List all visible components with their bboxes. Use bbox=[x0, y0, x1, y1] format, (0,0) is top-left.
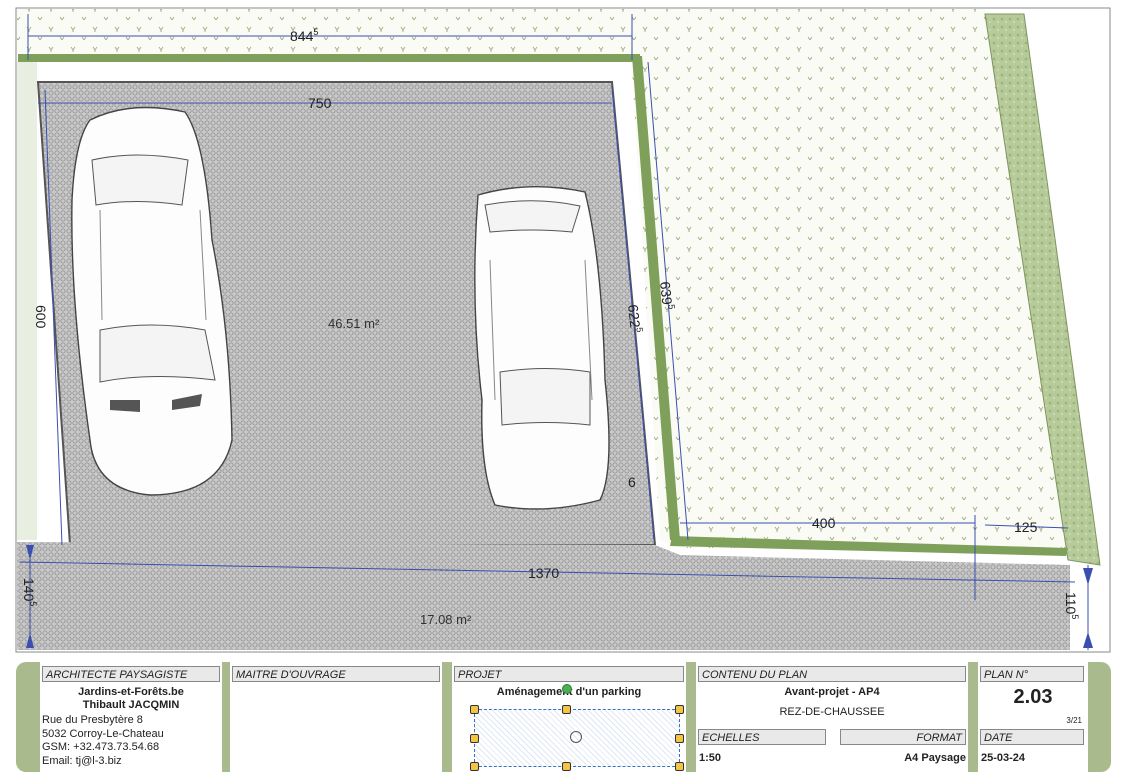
resize-handle-br[interactable] bbox=[675, 762, 684, 771]
rotate-handle[interactable] bbox=[562, 684, 572, 694]
top-hedge bbox=[18, 54, 640, 62]
site-plan-svg: 8445 750 600 6225 6395 6 400 125 1370 14… bbox=[15, 7, 1111, 653]
content-header: CONTENU DU PLAN bbox=[698, 666, 966, 682]
owner-panel: MAITRE D'OUVRAGE bbox=[230, 662, 442, 772]
format-value: A4 Paysage bbox=[904, 752, 966, 764]
format-header: FORMAT bbox=[840, 729, 966, 745]
plan-number-panel: PLAN N° 2.03 3/21 DATE 25-03-24 bbox=[978, 662, 1088, 772]
area-strip-label: 17.08 m² bbox=[420, 612, 472, 627]
content-title: Avant-projet - AP4 bbox=[784, 686, 880, 698]
dim-small-offset: 6 bbox=[628, 474, 636, 490]
architect-panel: ARCHITECTE PAYSAGISTE Jardins-et-Forêts.… bbox=[40, 662, 222, 772]
project-panel: PROJET Aménagement d'un parking bbox=[452, 662, 686, 772]
date-header: DATE bbox=[980, 729, 1084, 745]
resize-handle-r[interactable] bbox=[675, 734, 684, 743]
content-panel: CONTENU DU PLAN Avant-projet - AP4 REZ-D… bbox=[696, 662, 968, 772]
architect-email: Email: tj@l-3.biz bbox=[42, 755, 122, 767]
top-lawn-strip bbox=[17, 9, 635, 55]
resize-handle-bl[interactable] bbox=[470, 762, 479, 771]
architect-address1: Rue du Presbytère 8 bbox=[42, 714, 143, 726]
owner-header: MAITRE D'OUVRAGE bbox=[232, 666, 440, 682]
left-strip bbox=[17, 62, 37, 540]
plan-page-count: 3/21 bbox=[1066, 716, 1082, 725]
architect-name: Thibault JACQMIN bbox=[82, 699, 180, 711]
scale-value: 1:50 bbox=[699, 752, 722, 764]
area-parking-label: 46.51 m² bbox=[328, 316, 380, 331]
center-target-icon bbox=[570, 731, 582, 743]
project-header: PROJET bbox=[454, 666, 684, 682]
date-value: 25-03-24 bbox=[981, 752, 1026, 764]
architect-address2: 5032 Corroy-Le-Chateau bbox=[42, 728, 164, 740]
selection-frame[interactable] bbox=[474, 709, 680, 767]
resize-handle-t[interactable] bbox=[562, 705, 571, 714]
dim-left-height: 600 bbox=[33, 305, 49, 329]
resize-handle-b[interactable] bbox=[562, 762, 571, 771]
dim-parking-width: 750 bbox=[308, 95, 332, 111]
title-block: ARCHITECTE PAYSAGISTE Jardins-et-Forêts.… bbox=[16, 662, 1111, 772]
scale-header: ECHELLES bbox=[698, 729, 826, 745]
dim-lawn-bottom: 400 bbox=[812, 515, 836, 531]
dim-total-width: 1370 bbox=[528, 565, 559, 581]
dim-hedge-width: 125 bbox=[1014, 519, 1038, 535]
architect-gsm: GSM: +32.473.73.54.68 bbox=[42, 741, 160, 753]
site-plan-drawing: 8445 750 600 6225 6395 6 400 125 1370 14… bbox=[0, 0, 1121, 660]
plan-number-header: PLAN N° bbox=[980, 666, 1084, 682]
car-compact bbox=[474, 185, 610, 510]
architect-company: Jardins-et-Forêts.be bbox=[78, 686, 184, 698]
resize-handle-tr[interactable] bbox=[675, 705, 684, 714]
resize-handle-l[interactable] bbox=[470, 734, 479, 743]
resize-handle-tl[interactable] bbox=[470, 705, 479, 714]
architect-header: ARCHITECTE PAYSAGISTE bbox=[42, 666, 220, 682]
plan-number-value: 2.03 bbox=[1013, 686, 1053, 708]
content-subtitle: REZ-DE-CHAUSSEE bbox=[779, 706, 885, 718]
